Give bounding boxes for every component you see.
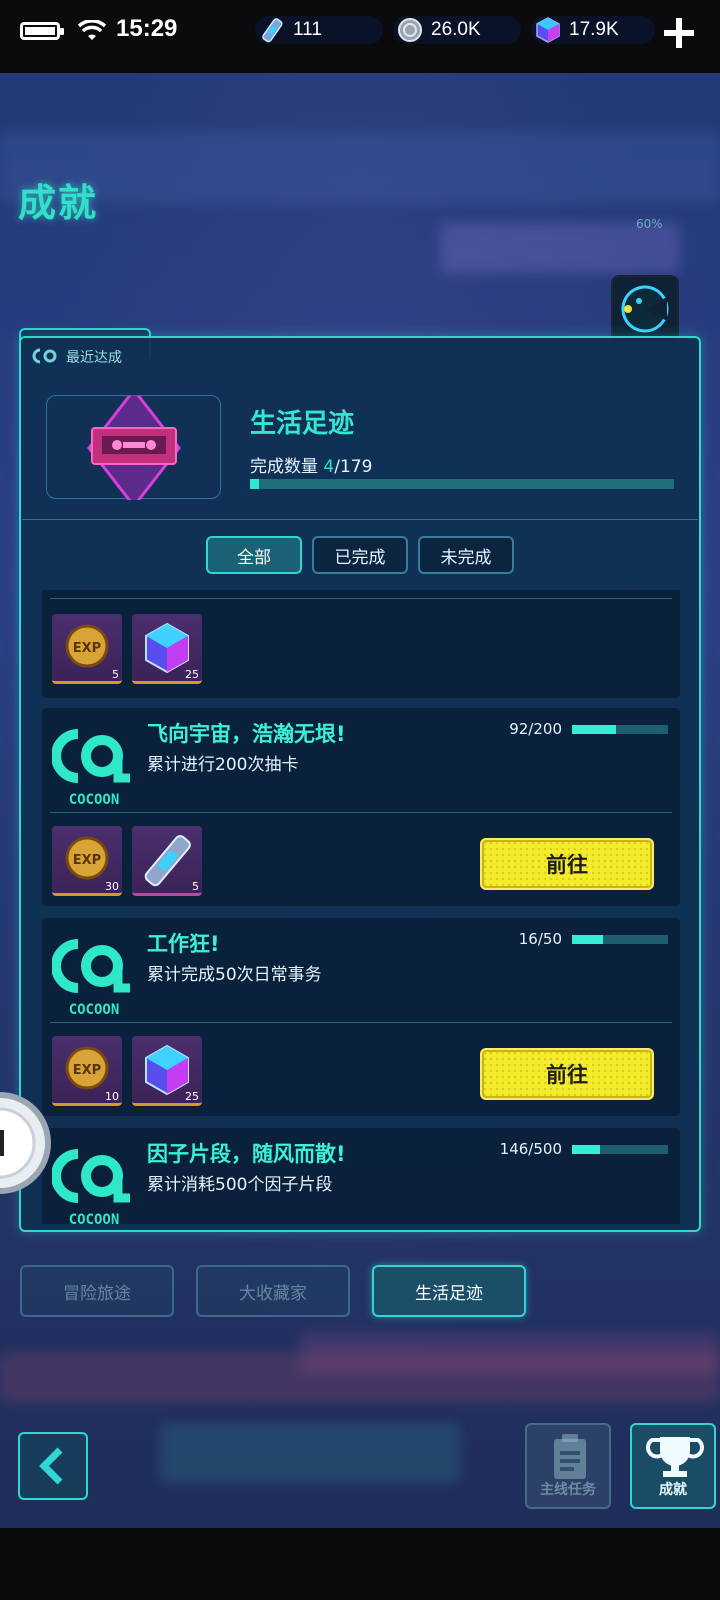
achievements-nav-button[interactable]: 成就 xyxy=(630,1423,716,1509)
gem-counter[interactable]: 17.9K xyxy=(531,16,655,44)
reward-qty: 5 xyxy=(192,880,199,893)
overall-progress-fill xyxy=(250,479,260,489)
status-bar-background: 15:29 111 26.0K 17.9K xyxy=(0,0,720,73)
back-button[interactable] xyxy=(18,1432,88,1500)
achievement-progress-bar xyxy=(572,725,668,734)
achievement-progress-bar xyxy=(572,1145,668,1154)
category-tab-life[interactable]: 生活足迹 xyxy=(372,1265,526,1317)
pacman-mascot-button[interactable] xyxy=(611,275,679,343)
achievement-progress-text: 146/500 xyxy=(499,1140,562,1158)
achievement-card: COCOON 因子片段，随风而散! 累计消耗500个因子片段 146/500 xyxy=(42,1128,680,1224)
achievement-title: 因子片段，随风而散! xyxy=(147,1142,346,1166)
category-tab-adventure[interactable]: 冒险旅途 xyxy=(20,1265,174,1317)
svg-text:EXP: EXP xyxy=(73,1063,101,1078)
svg-text:EXP: EXP xyxy=(73,641,101,656)
reward-gem-cube[interactable]: 25 xyxy=(132,1036,202,1106)
main-quest-label: 主线任务 xyxy=(540,1482,596,1498)
goto-button[interactable]: 前往 xyxy=(480,838,654,890)
reward-exp-coin[interactable]: EXP 5 xyxy=(52,614,122,684)
ticket-count: 111 xyxy=(293,19,322,40)
achievement-list[interactable]: EXP 5 25 COCOON 飞向宇宙，浩瀚无垠! 累计进行200次抽卡 92… xyxy=(42,590,680,1224)
main-quest-button[interactable]: 主线任务 xyxy=(525,1423,611,1509)
achievement-progress-fill xyxy=(572,935,603,944)
cocoon-logo-icon: COCOON xyxy=(52,1149,130,1224)
nav-bar-background xyxy=(0,1528,720,1600)
divider xyxy=(22,519,698,520)
cocoon-logo-text: COCOON xyxy=(69,792,120,808)
recent-badge xyxy=(46,387,221,509)
achievement-progress-fill xyxy=(572,725,617,734)
reward-qty: 25 xyxy=(185,1090,199,1103)
gem-cube-icon xyxy=(536,17,560,43)
trophy-icon xyxy=(646,1437,704,1477)
achievement-progress-bar xyxy=(572,935,668,944)
recent-category-title: 生活足迹 xyxy=(250,409,355,439)
recent-label: 最近达成 xyxy=(66,350,122,366)
achievement-progress-text: 16/50 xyxy=(518,930,562,948)
completed-count-label: 完成数量 xyxy=(250,457,318,477)
floating-side-button[interactable] xyxy=(0,1088,60,1198)
gem-count: 17.9K xyxy=(569,19,619,40)
achievement-desc: 累计完成50次日常事务 xyxy=(147,965,322,985)
status-bar: 15:29 111 26.0K 17.9K xyxy=(0,8,720,48)
clipboard-icon xyxy=(554,1434,586,1479)
achievement-card: COCOON 飞向宇宙，浩瀚无垠! 累计进行200次抽卡 92/200 EXP … xyxy=(42,708,680,906)
reward-qty: 10 xyxy=(105,1090,119,1103)
filter-all[interactable]: 全部 xyxy=(206,536,302,574)
wifi-icon xyxy=(78,20,106,40)
reward-qty: 25 xyxy=(185,668,199,681)
page-title: 成就 xyxy=(18,181,99,225)
clock: 15:29 xyxy=(116,15,178,42)
achievement-card-partial: EXP 5 25 xyxy=(42,590,680,698)
achievement-title: 飞向宇宙，浩瀚无垠! xyxy=(147,722,346,746)
svg-text:EXP: EXP xyxy=(73,853,101,868)
cocoon-logo-icon: COCOON xyxy=(52,729,130,808)
overall-progress-bar xyxy=(250,479,674,489)
cassette-badge-icon xyxy=(87,387,181,509)
add-currency-button[interactable] xyxy=(664,18,694,48)
goto-button[interactable]: 前往 xyxy=(480,1048,654,1100)
category-tab-collector[interactable]: 大收藏家 xyxy=(196,1265,350,1317)
coin-count: 26.0K xyxy=(431,19,481,40)
completed-count-total: /179 xyxy=(334,457,373,477)
reward-qty: 5 xyxy=(112,668,119,681)
header-percent: 60% xyxy=(636,217,663,231)
reward-ticket[interactable]: 5 xyxy=(132,826,202,896)
completed-count-current: 4 xyxy=(323,457,335,477)
chevron-left-icon xyxy=(39,1447,63,1485)
achievement-card: COCOON 工作狂! 累计完成50次日常事务 16/50 EXP 10 25 … xyxy=(42,918,680,1116)
achievement-progress-text: 92/200 xyxy=(509,720,562,738)
pacman-icon xyxy=(621,285,669,333)
coin-counter[interactable]: 26.0K xyxy=(393,16,521,44)
cocoon-logo-text: COCOON xyxy=(69,1212,120,1224)
achievement-title: 工作狂! xyxy=(147,932,220,956)
cocoon-logo-text: COCOON xyxy=(69,1002,120,1018)
battery-icon xyxy=(20,22,64,40)
completed-count: 完成数量 4/179 xyxy=(250,452,372,477)
ticket-icon xyxy=(262,18,283,43)
filter-completed[interactable]: 已完成 xyxy=(312,536,408,574)
achievement-desc: 累计进行200次抽卡 xyxy=(147,755,299,775)
side-widget-icon xyxy=(0,1092,51,1194)
ticket-counter[interactable]: 111 xyxy=(255,16,383,44)
achievements-nav-label: 成就 xyxy=(659,1482,687,1498)
reward-gem-cube[interactable]: 25 xyxy=(132,614,202,684)
coin-icon xyxy=(398,18,422,42)
reward-exp-coin[interactable]: EXP 30 xyxy=(52,826,122,896)
filter-incomplete[interactable]: 未完成 xyxy=(418,536,514,574)
reward-qty: 30 xyxy=(105,880,119,893)
cocoon-logo-icon: COCOON xyxy=(52,939,130,1018)
achievement-progress-fill xyxy=(572,1145,600,1154)
achievement-desc: 累计消耗500个因子片段 xyxy=(147,1175,333,1195)
cocoon-small-icon xyxy=(32,348,57,364)
reward-exp-coin[interactable]: EXP 10 xyxy=(52,1036,122,1106)
